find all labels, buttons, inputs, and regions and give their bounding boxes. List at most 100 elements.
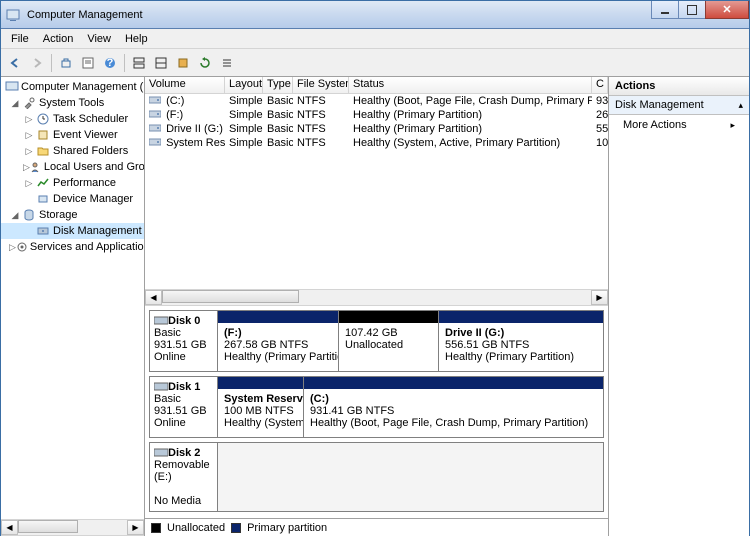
disk-label[interactable]: Disk 0Basic931.51 GBOnline <box>150 311 218 371</box>
col-type[interactable]: Type <box>263 77 293 93</box>
volume-row[interactable]: (C:)SimpleBasicNTFSHealthy (Boot, Page F… <box>145 94 608 108</box>
scroll-left-icon[interactable]: ◀ <box>145 290 162 305</box>
tree-task[interactable]: ▷Task Scheduler <box>1 111 144 127</box>
menu-help[interactable]: Help <box>119 31 154 47</box>
view-bottom-button[interactable] <box>151 53 171 73</box>
collapse-icon[interactable]: ◢ <box>9 210 21 221</box>
drive-icon <box>149 123 163 135</box>
tree-systools[interactable]: ◢System Tools <box>1 95 144 111</box>
partition-name: (F:) <box>224 327 242 339</box>
disk-label[interactable]: Disk 1Basic931.51 GBOnline <box>150 377 218 437</box>
partition-bar <box>304 377 603 389</box>
legend-primary-label: Primary partition <box>247 522 327 534</box>
volume-c: 93 <box>592 95 608 107</box>
volume-status: Healthy (Primary Partition) <box>349 123 592 135</box>
toolbar: ? <box>1 49 749 77</box>
tree-services[interactable]: ▷Services and Applications <box>1 239 144 255</box>
col-status[interactable]: Status <box>349 77 592 93</box>
expand-icon[interactable]: ▷ <box>23 146 35 157</box>
tree-users[interactable]: ▷Local Users and Groups <box>1 159 144 175</box>
minimize-button[interactable] <box>651 1 679 19</box>
volume-status: Healthy (Primary Partition) <box>349 109 592 121</box>
partition[interactable]: 107.42 GBUnallocated <box>338 311 438 371</box>
tree-diskmgmt[interactable]: Disk Management <box>1 223 144 239</box>
partition[interactable]: (C:)931.41 GB NTFSHealthy (Boot, Page Fi… <box>303 377 603 437</box>
tree-shared[interactable]: ▷Shared Folders <box>1 143 144 159</box>
volume-hscroll[interactable]: ◀ ▶ <box>145 289 608 306</box>
volume-header: Volume Layout Type File System Status C <box>145 77 608 94</box>
refresh-icon[interactable] <box>195 53 215 73</box>
partition-status: Healthy (Boot, Page File, Crash Dump, Pr… <box>310 417 588 429</box>
partition-status: Unallocated <box>345 339 403 351</box>
scroll-right-icon[interactable]: ▶ <box>591 290 608 305</box>
menu-action[interactable]: Action <box>37 31 80 47</box>
legend-unalloc-label: Unallocated <box>167 522 225 534</box>
expand-icon[interactable]: ▷ <box>23 178 35 189</box>
col-c[interactable]: C <box>592 77 608 93</box>
back-button[interactable] <box>5 53 25 73</box>
disk-state: Online <box>154 417 186 429</box>
legend: Unallocated Primary partition <box>145 518 608 536</box>
partition-size: 931.41 GB NTFS <box>310 405 394 417</box>
tree-label: Performance <box>53 177 116 189</box>
settings-icon[interactable] <box>173 53 193 73</box>
volume-type: Basic <box>263 137 293 149</box>
disk-icon <box>35 224 51 238</box>
col-layout[interactable]: Layout <box>225 77 263 93</box>
partition-bar <box>218 377 303 389</box>
volume-c: 10 <box>592 137 608 149</box>
disk-name: Disk 1 <box>168 381 200 393</box>
expand-icon[interactable]: ▷ <box>23 162 30 173</box>
menu-file[interactable]: File <box>5 31 35 47</box>
volume-layout: Simple <box>225 137 263 149</box>
tree-root[interactable]: Computer Management (Local <box>1 79 144 95</box>
view-top-button[interactable] <box>129 53 149 73</box>
col-fs[interactable]: File System <box>293 77 349 93</box>
tree-devmgr[interactable]: Device Manager <box>1 191 144 207</box>
volume-name: System Reserved <box>166 137 225 149</box>
actions-more-label: More Actions <box>623 119 687 131</box>
forward-button[interactable] <box>27 53 47 73</box>
app-icon <box>5 7 21 23</box>
partition[interactable]: System Reserved100 MB NTFSHealthy (Syste… <box>218 377 303 437</box>
volume-row[interactable]: Drive II (G:)SimpleBasicNTFSHealthy (Pri… <box>145 122 608 136</box>
main-area: Computer Management (Local ◢System Tools… <box>1 77 749 536</box>
volume-row[interactable]: System ReservedSimpleBasicNTFSHealthy (S… <box>145 136 608 150</box>
expand-icon[interactable]: ▷ <box>23 130 35 141</box>
volume-c: 26 <box>592 109 608 121</box>
partition-size: 107.42 GB <box>345 327 398 339</box>
maximize-button[interactable] <box>678 1 706 19</box>
volume-fs: NTFS <box>293 109 349 121</box>
legend-unalloc-swatch <box>151 523 161 533</box>
nav-tree: Computer Management (Local ◢System Tools… <box>1 77 145 536</box>
disk-label[interactable]: Disk 2Removable (E:)No Media <box>150 443 218 511</box>
properties-button[interactable] <box>78 53 98 73</box>
scroll-left-icon[interactable]: ◀ <box>1 520 18 535</box>
actions-more[interactable]: More Actions ▸ <box>609 115 749 135</box>
expand-icon[interactable]: ▷ <box>23 114 35 125</box>
list-icon[interactable] <box>217 53 237 73</box>
actions-sub[interactable]: Disk Management ▴ <box>609 96 749 115</box>
scroll-right-icon[interactable]: ▶ <box>127 520 144 535</box>
tree-storage[interactable]: ◢Storage <box>1 207 144 223</box>
partition-bar <box>339 311 438 323</box>
up-button[interactable] <box>56 53 76 73</box>
close-button[interactable] <box>705 1 749 19</box>
tree-event[interactable]: ▷Event Viewer <box>1 127 144 143</box>
volume-layout: Simple <box>225 123 263 135</box>
partition[interactable]: Drive II (G:)556.51 GB NTFSHealthy (Prim… <box>438 311 603 371</box>
volume-type: Basic <box>263 123 293 135</box>
menu-view[interactable]: View <box>81 31 117 47</box>
expand-icon[interactable]: ▷ <box>9 242 16 253</box>
col-volume[interactable]: Volume <box>145 77 225 93</box>
collapse-icon[interactable]: ◢ <box>9 98 21 109</box>
disk-state: No Media <box>154 495 201 507</box>
partition[interactable]: (F:)267.58 GB NTFSHealthy (Primary Parti… <box>218 311 338 371</box>
tree-hscroll[interactable]: ◀ ▶ <box>1 519 144 536</box>
disk-parts: System Reserved100 MB NTFSHealthy (Syste… <box>218 377 603 437</box>
tree-perf[interactable]: ▷ Performance <box>1 175 144 191</box>
volume-row[interactable]: (F:)SimpleBasicNTFSHealthy (Primary Part… <box>145 108 608 122</box>
tree-label: Device Manager <box>53 193 133 205</box>
help-button[interactable]: ? <box>100 53 120 73</box>
disk-graphic-view: Disk 0Basic931.51 GBOnline(F:)267.58 GB … <box>145 306 608 518</box>
